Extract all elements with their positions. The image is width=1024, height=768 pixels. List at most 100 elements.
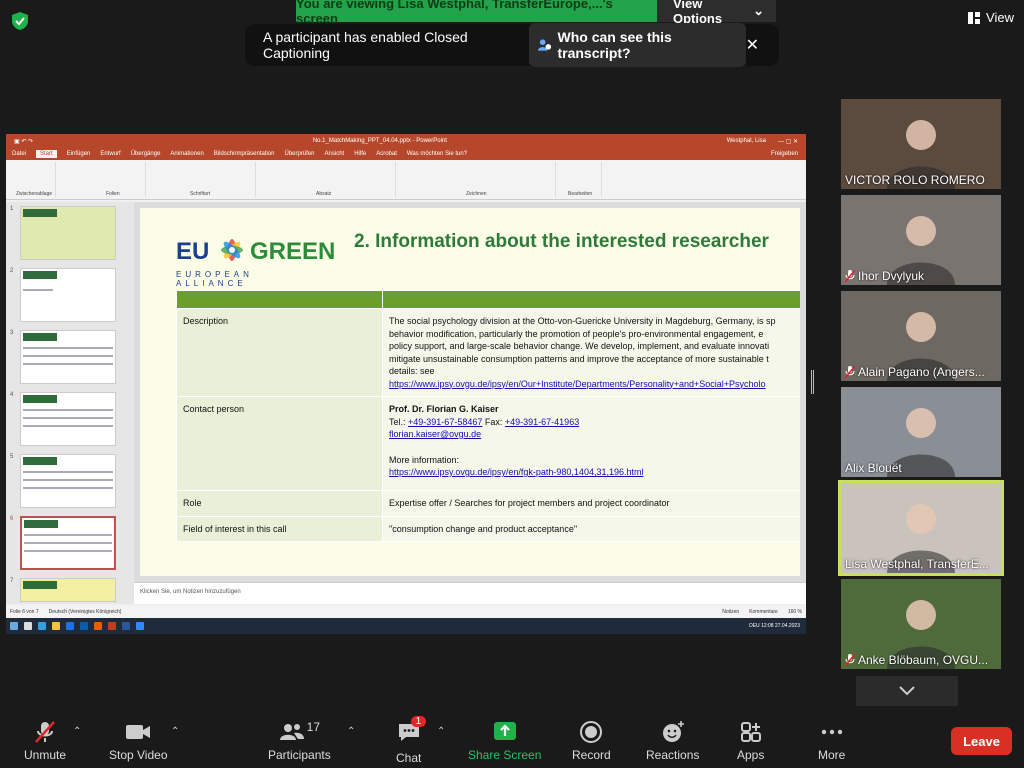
apps-button[interactable]: Apps — [737, 720, 764, 762]
desc-line: behavior modification, particularly the … — [389, 328, 764, 339]
taskbar-app-icon[interactable] — [80, 622, 88, 630]
splitter-handle[interactable] — [811, 370, 814, 394]
ppt-tab[interactable]: Hilfe — [354, 151, 366, 157]
video-options-caret[interactable]: ⌃ — [171, 726, 179, 737]
language[interactable]: Deutsch (Vereinigtes Königreich) — [49, 609, 122, 615]
slide-thumbnail[interactable] — [20, 330, 116, 384]
ppt-tab[interactable]: Entwurf — [100, 151, 120, 157]
share-screen-icon — [493, 722, 516, 740]
participant-tile[interactable]: Ihor Dvylyuk — [841, 195, 1001, 285]
ppt-tab[interactable]: Einfügen — [67, 151, 91, 157]
participant-tile[interactable]: Alix Blouët — [841, 387, 1001, 477]
contact-name: Prof. Dr. Florian G. Kaiser — [389, 404, 499, 414]
windows-start-icon[interactable] — [10, 622, 18, 630]
slide-thumbnail-selected[interactable] — [20, 516, 116, 570]
ppt-share-button[interactable]: Freigeben — [771, 151, 798, 157]
ppt-tab[interactable]: Überprüfen — [284, 151, 314, 157]
notes-pane[interactable]: Klicken Sie, um Notizen hinzuzufügen — [134, 582, 806, 604]
taskbar-app-icon[interactable] — [52, 622, 60, 630]
logo-green: GREEN — [250, 238, 336, 265]
table-row: Field of interest in this call "consumpt… — [176, 515, 800, 542]
participant-tile[interactable]: Alain Pagano (Angers... — [841, 291, 1001, 381]
chat-button[interactable]: 1 Chat — [396, 716, 427, 765]
ppt-user: Westphal, Lisa — [726, 138, 766, 144]
taskbar-app-icon[interactable] — [94, 622, 102, 630]
ppt-tab[interactable]: Datei — [12, 151, 26, 157]
slide-thumbnail[interactable] — [20, 268, 116, 322]
muted-mic-icon — [845, 270, 855, 282]
ribbon-group: Zwischenablage — [6, 162, 56, 197]
ribbon-group-label: Zeichnen — [466, 191, 487, 197]
taskbar-app-icon[interactable] — [24, 622, 32, 630]
ppt-tab[interactable]: Übergänge — [131, 151, 161, 157]
unmute-button[interactable]: Unmute — [24, 720, 66, 762]
ribbon-group-label: Absatz — [316, 191, 332, 197]
table-row: Role Expertise offer / Searches for proj… — [176, 490, 800, 517]
tel-label: Tel.: — [389, 416, 406, 427]
participant-name-tag: Anke Blöbaum, OVGU... — [845, 653, 988, 667]
taskbar-app-icon[interactable] — [38, 622, 46, 630]
ppt-titlebar: ▣ ↶ ↷ No.1_MatchMaking_PPT_04.04.pptx - … — [6, 134, 806, 148]
participants-button[interactable]: 17 Participants — [268, 720, 331, 762]
tel-link[interactable]: +49-391-67-58467 — [408, 417, 482, 427]
participant-tile[interactable]: Anke Blöbaum, OVGU... — [841, 579, 1001, 669]
stop-video-button[interactable]: Stop Video — [109, 720, 168, 762]
share-screen-label: Share Screen — [468, 748, 542, 762]
share-screen-button[interactable]: Share Screen — [468, 720, 541, 762]
taskbar-app-icon[interactable] — [122, 622, 130, 630]
record-button[interactable]: Record — [572, 720, 611, 762]
ppt-tab[interactable]: Ansicht — [325, 151, 345, 157]
security-shield-icon[interactable] — [12, 12, 28, 30]
video-camera-icon — [126, 725, 151, 739]
more-button[interactable]: More — [818, 720, 845, 762]
slide-thumbnail[interactable] — [20, 392, 116, 446]
chat-options-caret[interactable]: ⌃ — [437, 726, 445, 737]
chevron-down-icon: ⌄ — [753, 3, 764, 18]
more-dots-icon — [821, 729, 842, 735]
participant-tile[interactable]: Lisa Westphal, TransferE... — [838, 480, 1004, 576]
muted-mic-icon — [35, 721, 55, 743]
taskbar-app-icon[interactable] — [66, 622, 74, 630]
slide-thumbnail[interactable] — [20, 578, 116, 602]
notes-toggle[interactable]: Notizen — [722, 609, 739, 615]
participant-tile[interactable]: VICTOR ROLO ROMERO — [841, 99, 1001, 189]
smiley-icon — [662, 721, 684, 742]
window-controls[interactable]: — ▢ ✕ — [778, 138, 798, 145]
scroll-down-button[interactable] — [856, 676, 958, 706]
slide-thumbnails: 1 2 3 4 5 6 7 — [6, 202, 134, 604]
taskbar-app-icon[interactable] — [136, 622, 144, 630]
stop-video-label: Stop Video — [109, 748, 168, 762]
researcher-table: Description The social psychology divisi… — [176, 290, 800, 542]
thumb-number: 6 — [10, 516, 14, 522]
view-options-button[interactable]: View Options ⌄ — [657, 0, 776, 26]
comments-toggle[interactable]: Kommentare — [749, 609, 778, 615]
tray-clock[interactable]: DEU 12:08 27.04.2023 — [749, 623, 806, 629]
email-link[interactable]: florian.kaiser@ovgu.de — [389, 428, 800, 441]
ppt-tab[interactable]: Bildschirmpräsentation — [214, 151, 275, 157]
ribbon-group-label: Zwischenablage — [16, 191, 53, 197]
ppt-tab-active[interactable]: Start — [36, 150, 57, 158]
ppt-ribbon-tabs: Datei Start Einfügen Entwurf Übergänge A… — [6, 148, 806, 160]
slide-thumbnail[interactable] — [20, 206, 116, 260]
meeting-toolbar: Unmute ⌃ Stop Video ⌃ 17 Participants ⌃ … — [0, 712, 1024, 768]
institute-link[interactable]: https://www.ipsy.ovgu.de/ipsy/en/Our+Ins… — [389, 378, 800, 391]
apps-icon — [740, 722, 761, 742]
participants-options-caret[interactable]: ⌃ — [347, 726, 355, 737]
ppt-tab[interactable]: Animationen — [170, 151, 203, 157]
audio-options-caret[interactable]: ⌃ — [73, 726, 81, 737]
people-icon — [538, 39, 552, 51]
leave-button[interactable]: Leave — [951, 727, 1012, 755]
who-can-see-transcript-button[interactable]: Who can see this transcript? — [529, 23, 746, 67]
slide-thumbnail[interactable] — [20, 454, 116, 508]
ppt-tell-me[interactable]: Was möchten Sie tun? — [407, 151, 467, 157]
taskbar-app-icon[interactable] — [108, 622, 116, 630]
close-icon[interactable]: ✕ — [746, 35, 759, 55]
zoom-level[interactable]: 160 % — [788, 609, 802, 615]
reactions-button[interactable]: Reactions — [646, 720, 699, 762]
more-info-link[interactable]: https://www.ipsy.ovgu.de/ipsy/en/fgk-pat… — [389, 466, 800, 479]
fax-link[interactable]: +49-391-67-41963 — [505, 417, 579, 427]
participant-name-tag: Alix Blouët — [845, 461, 902, 475]
ppt-tab[interactable]: Acrobat — [376, 151, 397, 157]
view-button[interactable]: View — [968, 10, 1014, 25]
save-icon[interactable]: ▣ ↶ ↷ — [14, 138, 33, 145]
